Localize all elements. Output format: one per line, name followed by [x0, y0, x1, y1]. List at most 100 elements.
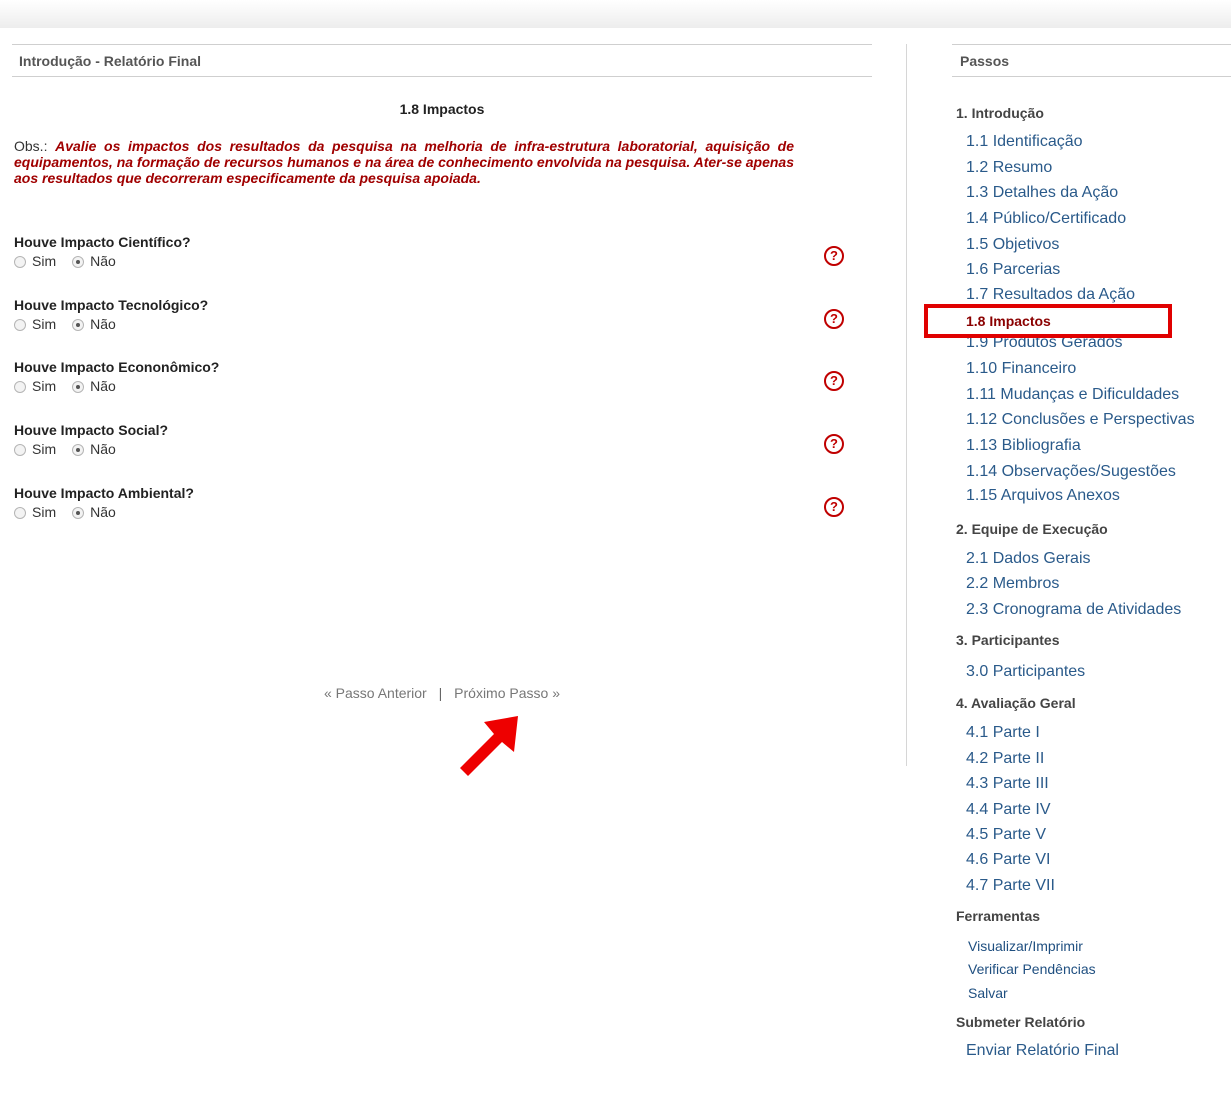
sidebar-item-publico[interactable]: 1.4 Público/Certificado: [966, 210, 1126, 228]
option-label: Sim: [32, 504, 57, 520]
group-participantes: 3. Participantes: [956, 632, 1060, 648]
radio-sim[interactable]: [14, 507, 26, 519]
steps-sidebar: Passos 1. Introdução 1.1 Identificação 1…: [924, 44, 1231, 1059]
option-label: Não: [90, 441, 116, 457]
radio-nao[interactable]: [72, 507, 85, 519]
option-nao[interactable]: Não: [72, 316, 116, 332]
sidebar-item-parte-1[interactable]: 4.1 Parte I: [966, 724, 1040, 742]
sidebar-item-parcerias[interactable]: 1.6 Parcerias: [966, 261, 1060, 279]
top-bar: [0, 0, 1231, 28]
option-label: Sim: [32, 378, 57, 394]
send-final-report-link[interactable]: Enviar Relatório Final: [966, 1042, 1119, 1060]
question-label: Houve Impacto Social?: [14, 422, 169, 438]
obs-text: Avalie os impactos dos resultados da pes…: [14, 138, 795, 186]
option-label: Sim: [32, 441, 57, 457]
radio-nao[interactable]: [72, 256, 85, 268]
group-submeter: Submeter Relatório: [956, 1014, 1086, 1030]
help-circle-icon[interactable]: ?: [824, 246, 844, 266]
panel-header: Introdução - Relatório Final: [12, 44, 872, 77]
section-title: 1.8 Impactos: [399, 101, 485, 117]
tool-salvar[interactable]: Salvar: [968, 985, 1008, 1001]
sidebar-item-identificacao[interactable]: 1.1 Identificação: [966, 133, 1083, 151]
tool-verificar-pendencias[interactable]: Verificar Pendências: [968, 961, 1096, 977]
sidebar-item-objetivos[interactable]: 1.5 Objetivos: [966, 236, 1059, 254]
radio-nao[interactable]: [72, 319, 85, 331]
option-label: Não: [90, 504, 116, 520]
question-social: Houve Impacto Social? Sim Não ?: [14, 422, 844, 468]
sidebar-item-bibliografia[interactable]: 1.13 Bibliografia: [966, 437, 1081, 455]
radio-nao[interactable]: [72, 381, 85, 393]
option-label: Não: [90, 378, 116, 394]
sidebar-item-arquivos[interactable]: 1.15 Arquivos Anexos: [966, 487, 1120, 505]
question-label: Houve Impacto Científico?: [14, 234, 191, 250]
option-sim[interactable]: Sim: [14, 504, 56, 520]
current-step-highlight: [924, 304, 1172, 338]
radio-sim[interactable]: [14, 319, 26, 331]
radio-sim[interactable]: [14, 256, 26, 268]
option-sim[interactable]: Sim: [14, 441, 56, 457]
group-ferramentas: Ferramentas: [956, 908, 1041, 924]
tool-visualizar-imprimir[interactable]: Visualizar/Imprimir: [968, 938, 1083, 954]
sidebar-item-mudancas[interactable]: 1.11 Mudanças e Dificuldades: [966, 386, 1179, 404]
red-arrow-annotation-icon: [460, 716, 518, 776]
sidebar-item-cronograma[interactable]: 2.3 Cronograma de Atividades: [966, 601, 1181, 619]
step-navigation: « Passo Anterior | Próximo Passo »: [12, 685, 872, 701]
sidebar-header: Passos: [952, 44, 1231, 77]
question-label: Houve Impacto Econonômico?: [14, 359, 220, 375]
radio-group: Sim Não: [14, 378, 844, 394]
radio-group: Sim Não: [14, 253, 844, 269]
sidebar-item-parte-5[interactable]: 4.5 Parte V: [966, 826, 1046, 844]
question-ambiental: Houve Impacto Ambiental? Sim Não ?: [14, 485, 844, 531]
radio-sim[interactable]: [14, 381, 26, 393]
radio-group: Sim Não: [14, 441, 844, 457]
sidebar-item-conclusoes[interactable]: 1.12 Conclusões e Perspectivas: [966, 411, 1195, 429]
question-label: Houve Impacto Tecnológico?: [14, 297, 209, 313]
option-nao[interactable]: Não: [72, 441, 116, 457]
sidebar-item-participantes[interactable]: 3.0 Participantes: [966, 663, 1085, 681]
group-introducao: 1. Introdução: [956, 105, 1044, 121]
option-label: Sim: [32, 253, 57, 269]
sidebar-item-detalhes[interactable]: 1.3 Detalhes da Ação: [966, 184, 1118, 202]
option-label: Sim: [32, 316, 57, 332]
sidebar-item-parte-4[interactable]: 4.4 Parte IV: [966, 801, 1051, 819]
separator: |: [438, 685, 443, 701]
sidebar-item-observacoes[interactable]: 1.14 Observações/Sugestões: [966, 463, 1176, 481]
question-label: Houve Impacto Ambiental?: [14, 485, 194, 501]
obs-prefix: Obs.:: [14, 138, 48, 154]
option-sim[interactable]: Sim: [14, 253, 56, 269]
radio-group: Sim Não: [14, 504, 844, 520]
option-nao[interactable]: Não: [72, 504, 116, 520]
sidebar-item-parte-6[interactable]: 4.6 Parte VI: [966, 851, 1051, 869]
sidebar-item-parte-2[interactable]: 4.2 Parte II: [966, 750, 1044, 768]
help-circle-icon[interactable]: ?: [824, 371, 844, 391]
option-label: Não: [90, 316, 116, 332]
group-equipe: 2. Equipe de Execução: [956, 521, 1108, 537]
previous-step-link[interactable]: « Passo Anterior: [324, 685, 427, 701]
option-nao[interactable]: Não: [72, 378, 116, 394]
sidebar-item-parte-3[interactable]: 4.3 Parte III: [966, 775, 1049, 793]
help-circle-icon[interactable]: ?: [824, 309, 844, 329]
sidebar-item-membros[interactable]: 2.2 Membros: [966, 575, 1059, 593]
radio-nao[interactable]: [72, 444, 85, 456]
question-cientifico: Houve Impacto Científico? Sim Não ?: [14, 234, 844, 280]
sidebar-item-resultados[interactable]: 1.7 Resultados da Ação: [966, 286, 1135, 304]
sidebar-item-financeiro[interactable]: 1.10 Financeiro: [966, 360, 1076, 378]
main-panel: Introdução - Relatório Final 1.8 Impacto…: [12, 44, 872, 701]
sidebar-item-dados-gerais[interactable]: 2.1 Dados Gerais: [966, 550, 1091, 568]
sidebar-item-resumo[interactable]: 1.2 Resumo: [966, 159, 1052, 177]
observation-note: Obs.: Avalie os impactos dos resultados …: [14, 138, 794, 186]
radio-group: Sim Não: [14, 316, 844, 332]
group-avaliacao: 4. Avaliação Geral: [956, 695, 1076, 711]
question-economico: Houve Impacto Econonômico? Sim Não ?: [14, 359, 844, 405]
option-nao[interactable]: Não: [72, 253, 116, 269]
question-tecnologico: Houve Impacto Tecnológico? Sim Não ?: [14, 297, 844, 343]
sidebar-item-parte-7[interactable]: 4.7 Parte VII: [966, 877, 1055, 895]
option-sim[interactable]: Sim: [14, 378, 56, 394]
option-sim[interactable]: Sim: [14, 316, 56, 332]
next-step-link[interactable]: Próximo Passo »: [454, 685, 560, 701]
radio-sim[interactable]: [14, 444, 26, 456]
help-circle-icon[interactable]: ?: [824, 434, 844, 454]
help-circle-icon[interactable]: ?: [824, 497, 844, 517]
option-label: Não: [90, 253, 116, 269]
vertical-divider: [906, 44, 907, 766]
